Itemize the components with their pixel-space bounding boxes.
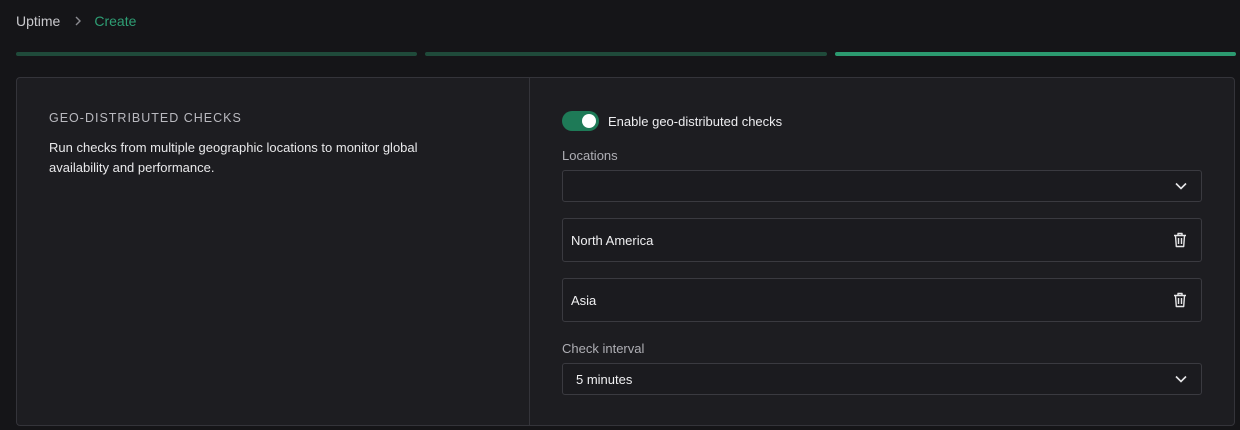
check-interval-label: Check interval xyxy=(562,341,645,356)
geo-checks-card: GEO-DISTRIBUTED CHECKS Run checks from m… xyxy=(16,77,1235,426)
breadcrumb-uptime-link[interactable]: Uptime xyxy=(16,13,60,29)
progress-step-2 xyxy=(425,52,827,56)
chevron-down-icon xyxy=(1175,375,1187,383)
chevron-down-icon xyxy=(1175,182,1187,190)
geo-toggle-label: Enable geo-distributed checks xyxy=(608,113,783,129)
breadcrumb-current: Create xyxy=(94,13,137,29)
location-name: North America xyxy=(571,232,654,248)
geo-distributed-toggle[interactable] xyxy=(562,111,599,131)
location-name: Asia xyxy=(571,292,597,308)
geo-toggle-row: Enable geo-distributed checks xyxy=(562,111,1202,131)
section-form: Enable geo-distributed checks Locations … xyxy=(530,78,1234,425)
progress-step-3 xyxy=(834,52,1236,56)
trash-icon[interactable] xyxy=(1173,232,1187,248)
locations-label: Locations xyxy=(562,148,618,163)
step-progress xyxy=(16,52,1236,57)
location-item: North America xyxy=(562,218,1202,262)
trash-icon[interactable] xyxy=(1173,292,1187,308)
toggle-knob xyxy=(582,114,596,128)
breadcrumb: Uptime Create xyxy=(16,13,136,29)
section-description: Run checks from multiple geographic loca… xyxy=(49,140,418,175)
chevron-right-icon xyxy=(74,16,82,26)
check-interval-select[interactable]: 5 minutes xyxy=(562,363,1202,395)
locations-select[interactable] xyxy=(562,170,1202,202)
progress-step-1 xyxy=(16,52,418,56)
section-info: GEO-DISTRIBUTED CHECKS Run checks from m… xyxy=(17,78,530,425)
check-interval-value: 5 minutes xyxy=(576,371,633,387)
section-title: GEO-DISTRIBUTED CHECKS xyxy=(49,111,242,125)
location-item: Asia xyxy=(562,278,1202,322)
